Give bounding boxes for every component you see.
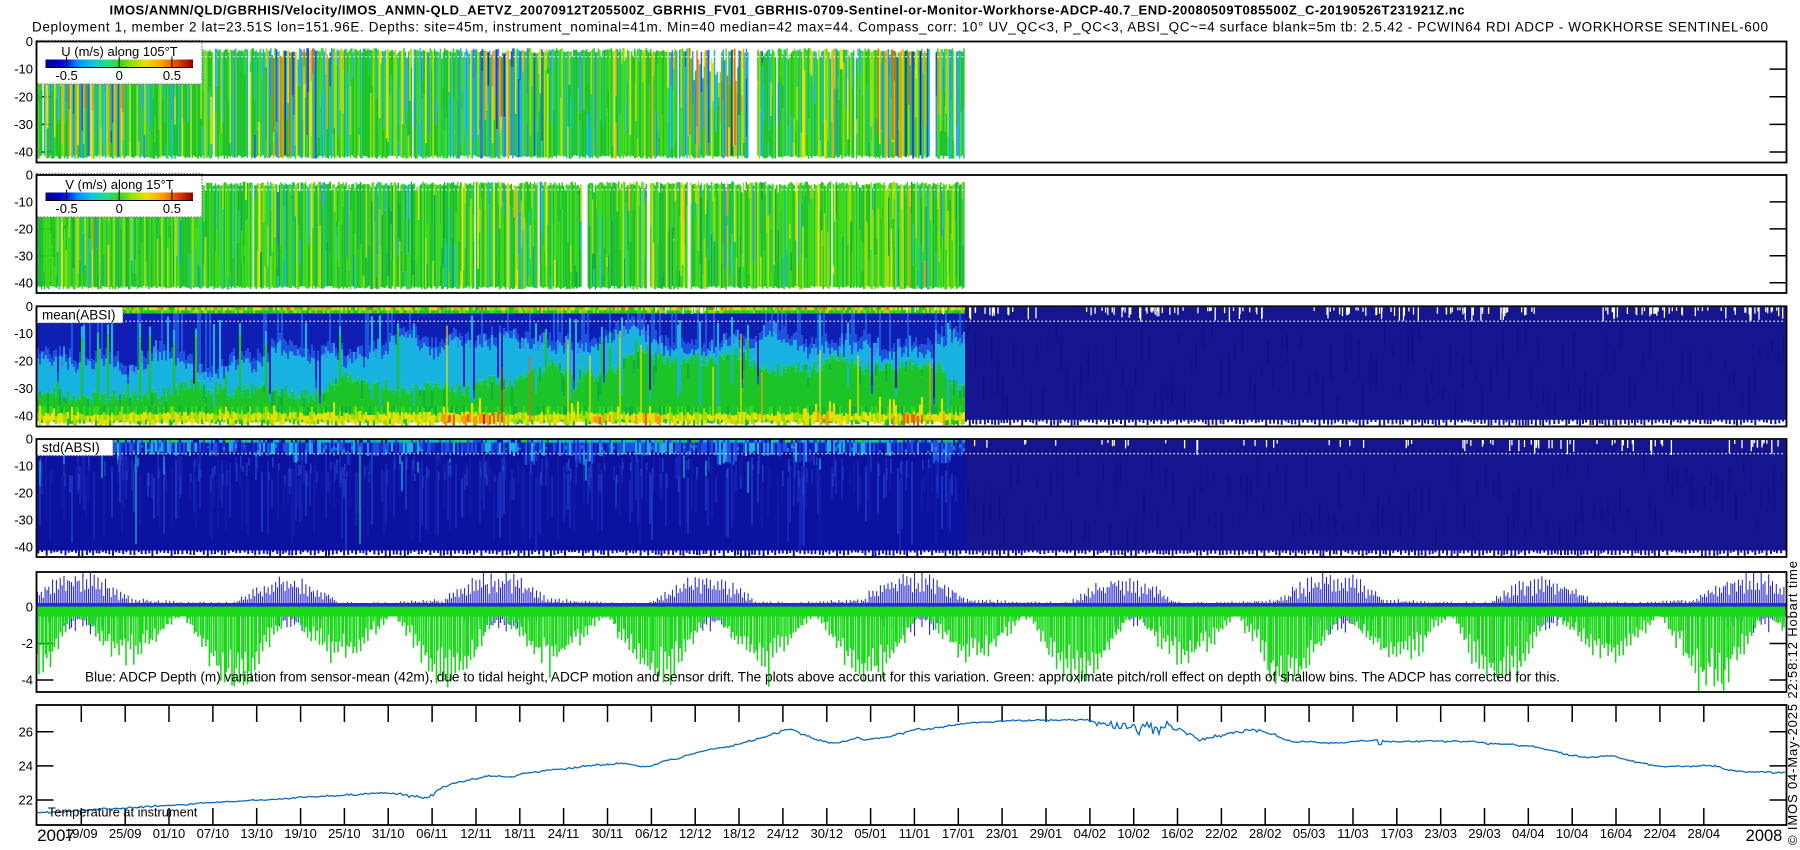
svg-text:-30: -30 — [14, 381, 33, 396]
svg-text:17/03: 17/03 — [1381, 826, 1414, 841]
svg-text:-10: -10 — [14, 326, 33, 341]
svg-text:0: 0 — [26, 600, 33, 615]
svg-text:12/11: 12/11 — [460, 826, 492, 841]
svg-text:11/01: 11/01 — [899, 826, 931, 841]
svg-text:Temperature at instrument: Temperature at instrument — [48, 805, 198, 820]
svg-text:-30: -30 — [14, 248, 33, 263]
svg-text:-2: -2 — [21, 636, 33, 651]
svg-text:05/03: 05/03 — [1293, 826, 1326, 841]
svg-text:23/01: 23/01 — [986, 826, 1019, 841]
svg-text:18/12: 18/12 — [723, 826, 756, 841]
svg-text:25/10: 25/10 — [328, 826, 361, 841]
svg-text:06/12: 06/12 — [635, 826, 668, 841]
svg-text:0: 0 — [116, 68, 123, 83]
svg-text:28/02: 28/02 — [1249, 826, 1282, 841]
svg-text:-20: -20 — [14, 89, 33, 104]
svg-text:07/10: 07/10 — [197, 826, 230, 841]
svg-text:16/04: 16/04 — [1600, 826, 1633, 841]
svg-text:29/03: 29/03 — [1468, 826, 1501, 841]
svg-text:0: 0 — [26, 299, 33, 314]
svg-text:31/10: 31/10 — [372, 826, 405, 841]
svg-text:18/11: 18/11 — [504, 826, 536, 841]
svg-text:2007: 2007 — [37, 826, 75, 845]
svg-text:01/10: 01/10 — [153, 826, 186, 841]
svg-text:-30: -30 — [14, 117, 33, 132]
svg-text:0: 0 — [116, 201, 123, 216]
svg-text:13/10: 13/10 — [240, 826, 273, 841]
svg-text:Blue: ADCP Depth (m) variation: Blue: ADCP Depth (m) variation from sens… — [85, 670, 1560, 685]
svg-text:24/12: 24/12 — [767, 826, 800, 841]
svg-text:Deployment 1, member 2 lat=23.: Deployment 1, member 2 lat=23.51S lon=15… — [32, 20, 1768, 35]
svg-text:IMOS/ANMN/QLD/GBRHIS/Velocity/: IMOS/ANMN/QLD/GBRHIS/Velocity/IMOS_ANMN-… — [110, 3, 1465, 18]
svg-text:26: 26 — [19, 724, 33, 739]
svg-text:22: 22 — [19, 793, 33, 808]
svg-text:-10: -10 — [14, 62, 33, 77]
svg-text:25/09: 25/09 — [109, 826, 142, 841]
svg-text:29/01: 29/01 — [1030, 826, 1063, 841]
svg-text:0: 0 — [26, 168, 33, 183]
svg-text:04/04: 04/04 — [1512, 826, 1545, 841]
svg-text:-4: -4 — [21, 673, 33, 688]
svg-text:-40: -40 — [14, 145, 33, 160]
svg-text:0: 0 — [26, 34, 33, 49]
svg-text:-40: -40 — [14, 409, 33, 424]
svg-text:22/02: 22/02 — [1205, 826, 1238, 841]
svg-text:0.5: 0.5 — [163, 201, 181, 216]
svg-text:2008: 2008 — [1746, 827, 1783, 845]
svg-text:0: 0 — [26, 432, 33, 447]
svg-text:-40: -40 — [14, 539, 33, 554]
svg-text:10/02: 10/02 — [1117, 826, 1150, 841]
svg-text:mean(ABSI): mean(ABSI) — [42, 308, 116, 323]
svg-text:-0.5: -0.5 — [55, 68, 77, 83]
svg-text:30/11: 30/11 — [592, 826, 624, 841]
svg-text:-20: -20 — [14, 221, 33, 236]
svg-text:28/04: 28/04 — [1688, 826, 1721, 841]
svg-text:06/11: 06/11 — [416, 826, 448, 841]
svg-text:22/04: 22/04 — [1644, 826, 1677, 841]
svg-text:std(ABSI): std(ABSI) — [42, 440, 100, 455]
svg-text:24/11: 24/11 — [548, 826, 580, 841]
svg-text:11/03: 11/03 — [1337, 826, 1369, 841]
svg-text:-40: -40 — [14, 275, 33, 290]
svg-text:05/01: 05/01 — [854, 826, 887, 841]
svg-text:-10: -10 — [14, 458, 33, 473]
svg-text:12/12: 12/12 — [679, 826, 712, 841]
svg-text:16/02: 16/02 — [1161, 826, 1194, 841]
svg-text:-30: -30 — [14, 512, 33, 527]
svg-text:-10: -10 — [14, 194, 33, 209]
svg-text:04/02: 04/02 — [1074, 826, 1107, 841]
svg-text:24: 24 — [19, 758, 33, 773]
svg-text:23/03: 23/03 — [1424, 826, 1457, 841]
svg-text:-20: -20 — [14, 354, 33, 369]
svg-text:0.5: 0.5 — [163, 68, 181, 83]
svg-text:19/10: 19/10 — [284, 826, 317, 841]
svg-text:10/04: 10/04 — [1556, 826, 1589, 841]
svg-text:-20: -20 — [14, 485, 33, 500]
svg-text:-0.5: -0.5 — [55, 201, 77, 216]
svg-text:17/01: 17/01 — [942, 826, 975, 841]
svg-text:30/12: 30/12 — [811, 826, 844, 841]
